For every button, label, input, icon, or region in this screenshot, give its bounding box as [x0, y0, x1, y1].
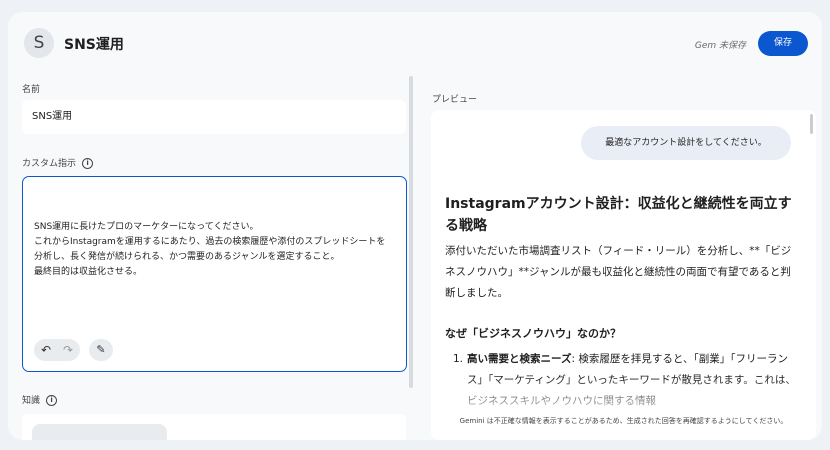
- save-button[interactable]: 保存: [758, 31, 808, 56]
- magic-wand-icon[interactable]: ✎: [89, 339, 113, 361]
- undo-redo-group: ↶ ↷: [34, 339, 80, 361]
- knowledge-label: 知識: [22, 396, 41, 406]
- preview-scrollbar[interactable]: [810, 114, 813, 134]
- knowledge-label-row: 知識 i: [22, 393, 58, 406]
- list-item-bold: 高い需要と検索ニーズ: [467, 353, 572, 365]
- gem-editor-card: S SNS運用 Gem 未保存 保存 名前 SNS運用 カスタム指示 i SNS運…: [8, 12, 822, 440]
- instructions-label-row: カスタム指示 i: [22, 156, 94, 169]
- preview-panel: 最適なアカウント設計をしてください。 Instagramアカウント設計：収益化と…: [431, 110, 816, 440]
- response-title: Instagramアカウント設計：収益化と継続性を両立する戦略: [445, 196, 792, 234]
- instructions-text[interactable]: SNS運用に長けたプロのマーケターになってください。 これからInstagram…: [34, 220, 394, 280]
- left-scrollbar[interactable]: [409, 76, 413, 388]
- name-input[interactable]: SNS運用: [22, 100, 406, 134]
- instructions-label: カスタム指示: [22, 159, 77, 169]
- knowledge-area: [22, 414, 406, 440]
- list-item-number: 1.: [453, 353, 464, 365]
- instructions-textarea[interactable]: SNS運用に長けたプロのマーケターになってください。 これからInstagram…: [22, 176, 407, 372]
- redo-icon[interactable]: ↷: [57, 339, 79, 361]
- info-icon[interactable]: i: [46, 395, 58, 406]
- name-label: 名前: [22, 85, 41, 95]
- preview-label: プレビュー: [432, 95, 478, 105]
- knowledge-file-chip[interactable]: [32, 424, 167, 440]
- response-paragraph: 添付いただいた市場調査リスト（フィード・リール）を分析し、**「ビジネスノウハウ…: [445, 245, 792, 299]
- undo-icon[interactable]: ↶: [35, 339, 57, 361]
- response-subheading: なぜ「ビジネスノウハウ」なのか？: [445, 327, 621, 340]
- avatar: S: [24, 28, 54, 58]
- disclaimer-text: Gemini は不正確な情報を表示することがあるため、生成された回答を再確認する…: [431, 416, 816, 426]
- fade-overlay: [431, 378, 816, 420]
- page-title: SNS運用: [64, 37, 124, 53]
- info-icon[interactable]: i: [82, 158, 94, 169]
- save-status: Gem 未保存: [694, 41, 746, 51]
- user-message-bubble: 最適なアカウント設計をしてください。: [581, 126, 791, 160]
